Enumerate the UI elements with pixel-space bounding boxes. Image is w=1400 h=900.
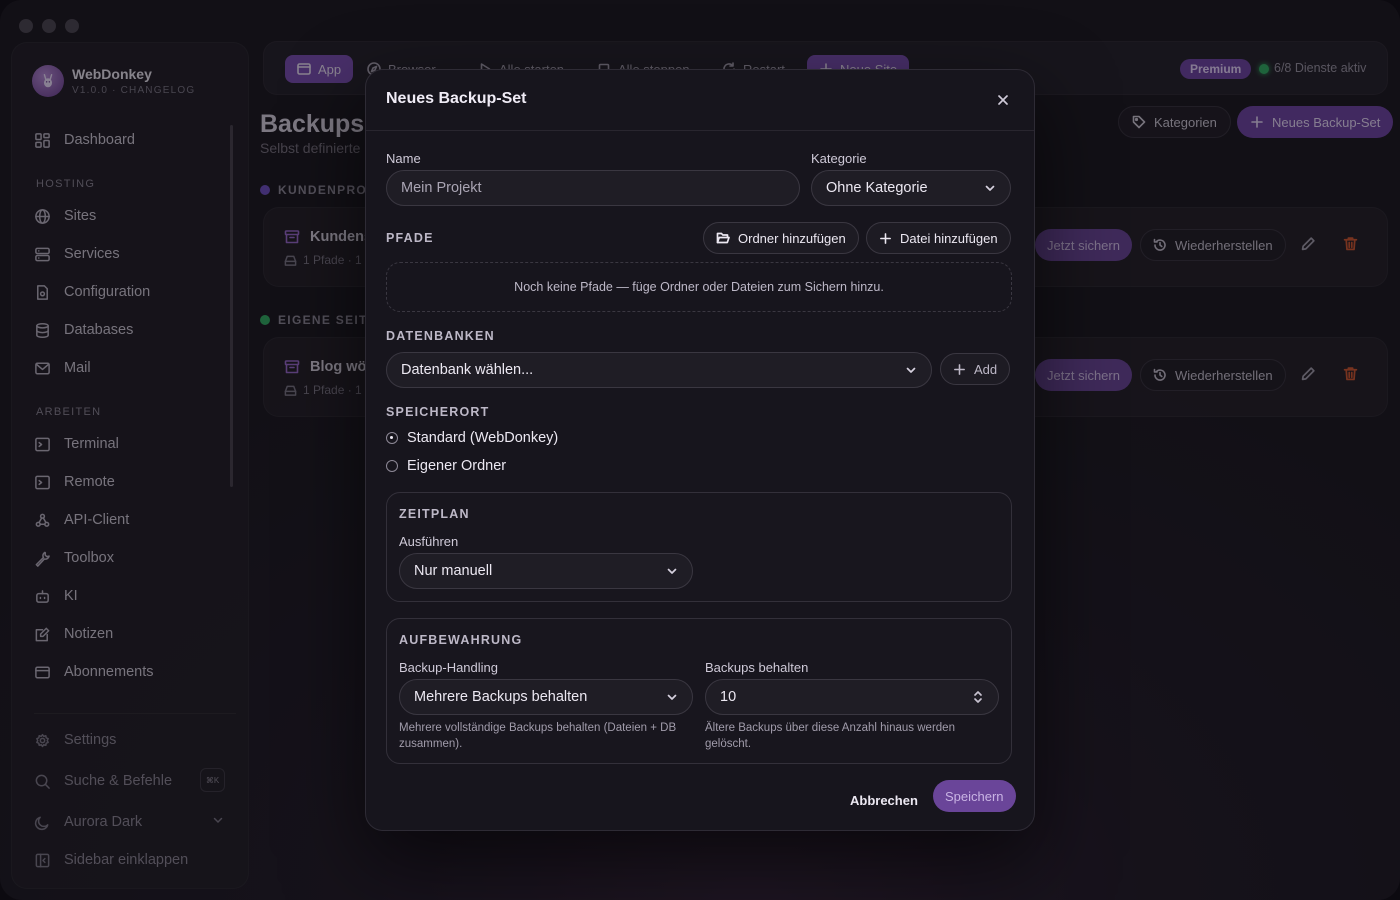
retention-panel: AUFBEWAHRUNG Backup-Handling Mehrere Bac…	[386, 618, 1012, 764]
schedule-section-title: ZEITPLAN	[399, 507, 470, 521]
folder-open-icon	[716, 232, 730, 244]
dialog-header: Neues Backup-Set	[366, 70, 1034, 131]
close-icon	[998, 95, 1008, 105]
keep-count-input[interactable]: 10	[705, 679, 999, 715]
radio-label: Eigener Ordner	[407, 458, 507, 474]
chevron-down-icon	[667, 568, 677, 574]
database-placeholder: Datenbank wählen...	[401, 362, 534, 378]
location-section-title: SPEICHERORT	[386, 405, 490, 419]
category-label: Kategorie	[811, 151, 867, 166]
add-file-button[interactable]: Datei hinzufügen	[866, 222, 1011, 254]
dialog-title: Neues Backup-Set	[386, 90, 527, 107]
handling-value: Mehrere Backups behalten	[414, 689, 588, 705]
chevron-down-icon	[906, 367, 916, 373]
run-value: Nur manuell	[414, 563, 493, 579]
new-backup-set-dialog: Neues Backup-Set Name Mein Projekt Kateg…	[365, 69, 1035, 831]
add-folder-button[interactable]: Ordner hinzufügen	[703, 222, 859, 254]
run-label: Ausführen	[399, 534, 459, 549]
handling-label: Backup-Handling	[399, 660, 499, 675]
save-button[interactable]: Speichern	[933, 780, 1016, 812]
chevron-down-icon	[985, 185, 995, 191]
name-input[interactable]: Mein Projekt	[386, 170, 800, 206]
run-select[interactable]: Nur manuell	[399, 553, 693, 589]
keep-hint: Ältere Backups über diese Anzahl hinaus …	[705, 722, 955, 750]
location-option-standard[interactable]: Standard (WebDonkey)	[386, 430, 558, 446]
category-select[interactable]: Ohne Kategorie	[811, 170, 1011, 206]
plus-icon	[954, 363, 965, 375]
keep-value: 10	[720, 689, 737, 705]
location-option-custom[interactable]: Eigener Ordner	[386, 458, 506, 474]
paths-dropzone[interactable]: Noch keine Pfade — füge Ordner oder Date…	[386, 262, 1012, 312]
plus-icon	[880, 232, 891, 244]
radio-selected	[386, 432, 398, 444]
radio-label: Standard (WebDonkey)	[407, 430, 559, 446]
paths-section-title: PFADE	[386, 231, 434, 245]
add-database-label: Add	[974, 361, 998, 377]
add-folder-label: Ordner hinzufügen	[738, 230, 846, 246]
app-window: WebDonkey V1.0.0 · CHANGELOG Dashboard H…	[0, 0, 1400, 900]
handling-hint: Mehrere vollständige Backups behalten (D…	[399, 722, 677, 750]
add-database-button[interactable]: Add	[940, 353, 1011, 385]
category-value: Ohne Kategorie	[826, 180, 928, 196]
add-file-label: Datei hinzufügen	[900, 230, 998, 246]
chevron-down-icon	[667, 694, 677, 700]
chevron-up-down-icon[interactable]	[972, 688, 984, 706]
databases-section-title: DATENBANKEN	[386, 329, 495, 343]
name-placeholder: Mein Projekt	[401, 180, 482, 196]
paths-empty-text: Noch keine Pfade — füge Ordner oder Date…	[514, 280, 884, 294]
cancel-button[interactable]: Abbrechen	[850, 784, 918, 816]
schedule-panel: ZEITPLAN Ausführen Nur manuell	[386, 492, 1012, 602]
handling-select[interactable]: Mehrere Backups behalten	[399, 679, 693, 715]
retention-section-title: AUFBEWAHRUNG	[399, 633, 523, 647]
database-select[interactable]: Datenbank wählen...	[386, 352, 932, 388]
keep-label: Backups behalten	[705, 660, 809, 675]
close-dialog-button[interactable]	[996, 93, 1010, 107]
radio-unselected	[386, 460, 398, 472]
name-label: Name	[386, 151, 421, 166]
